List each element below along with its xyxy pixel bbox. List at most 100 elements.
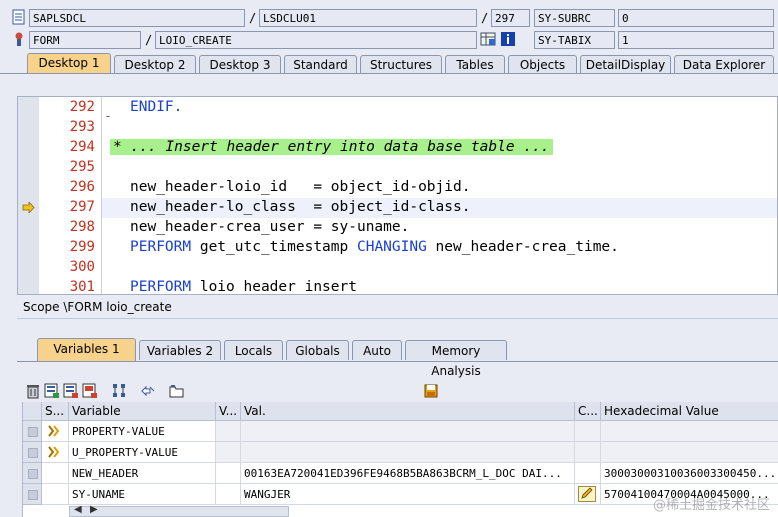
tab-locals[interactable]: Locals bbox=[224, 340, 283, 360]
separator: / bbox=[481, 11, 489, 25]
status-cell bbox=[42, 421, 69, 442]
code-line: new_header-lo_class = object_id-class. bbox=[130, 199, 471, 215]
event-type-field[interactable]: FORM bbox=[29, 31, 141, 49]
variable-name-cell[interactable]: PROPERTY-VALUE bbox=[69, 421, 216, 442]
clear-row-icon[interactable] bbox=[82, 383, 98, 399]
horizontal-scrollbar[interactable]: ◀ ▶ bbox=[69, 504, 289, 517]
variable-name-cell[interactable]: NEW_HEADER bbox=[69, 463, 216, 484]
v-cell bbox=[216, 484, 241, 505]
sy-tabix-value[interactable]: 1 bbox=[618, 31, 774, 49]
table-icon[interactable] bbox=[480, 31, 496, 47]
change-cell[interactable] bbox=[575, 484, 601, 505]
desktop-tab-strip: Desktop 1 Desktop 2 Desktop 3 Standard S… bbox=[0, 52, 778, 74]
insert-row-icon[interactable] bbox=[44, 383, 60, 399]
append-row-icon[interactable] bbox=[63, 383, 79, 399]
column-header-value[interactable]: Val. bbox=[241, 402, 575, 421]
info-icon[interactable] bbox=[500, 31, 516, 47]
tab-variables-1[interactable]: Variables 1 bbox=[37, 338, 136, 361]
tab-variables-2[interactable]: Variables 2 bbox=[139, 340, 221, 360]
code-line: new_header-loio_id = object_id-objid. bbox=[130, 179, 471, 195]
delete-icon[interactable] bbox=[25, 383, 41, 399]
folder-icon[interactable] bbox=[169, 383, 185, 399]
code-comment: * ... Insert header entry into data base… bbox=[110, 139, 553, 155]
v-cell bbox=[216, 463, 241, 484]
code-line: ENDIF. bbox=[130, 99, 183, 115]
column-header-s[interactable]: S... bbox=[42, 402, 69, 421]
value-cell[interactable] bbox=[241, 421, 575, 442]
program-field[interactable]: SAPLSDCL bbox=[29, 9, 245, 27]
header-row-1: SAPLSDCL / LSDCLU01 / 297 SY-SUBRC 0 bbox=[0, 8, 778, 30]
pencil-edit-icon[interactable] bbox=[578, 486, 596, 502]
tab-desktop-2[interactable]: Desktop 2 bbox=[114, 55, 196, 74]
keyword-perform: PERFORM bbox=[130, 279, 192, 295]
row-selector[interactable] bbox=[23, 463, 42, 484]
column-header-hex[interactable]: Hexadecimal Value bbox=[601, 402, 778, 421]
sy-subrc-value[interactable]: 0 bbox=[618, 9, 774, 27]
line-number: 293 bbox=[69, 119, 95, 135]
column-header-v[interactable]: V... bbox=[216, 402, 241, 421]
column-header-c[interactable]: C... bbox=[575, 402, 601, 421]
header-select-corner[interactable] bbox=[23, 402, 42, 421]
line-number: 300 bbox=[69, 259, 95, 275]
change-cell bbox=[575, 442, 601, 463]
keyword-perform: PERFORM bbox=[130, 239, 192, 255]
tab-tables[interactable]: Tables bbox=[445, 55, 505, 74]
line-number: 294 bbox=[69, 139, 95, 155]
tab-objects[interactable]: Objects bbox=[508, 55, 577, 74]
scroll-right-icon[interactable]: ▶ bbox=[90, 504, 98, 515]
value-cell[interactable]: WANGJER bbox=[241, 484, 575, 505]
value-cell[interactable]: 00163EA720041ED396FE9468B5BA863BCRM_L_DO… bbox=[241, 463, 575, 484]
code-line-301-text: loio header insert bbox=[199, 279, 357, 295]
watchpoint-icon bbox=[48, 446, 60, 458]
scope-divider bbox=[17, 318, 778, 319]
row-selector[interactable] bbox=[23, 442, 42, 463]
separator: / bbox=[249, 11, 257, 25]
event-name-field[interactable]: LOIO_CREATE bbox=[155, 31, 477, 49]
variables-toolbar bbox=[17, 380, 778, 402]
variable-name-cell[interactable]: U_PROPERTY-VALUE bbox=[69, 442, 216, 463]
tab-standard[interactable]: Standard bbox=[284, 55, 357, 74]
tab-detaildisplay[interactable]: DetailDisplay bbox=[580, 55, 671, 74]
line-field[interactable]: 297 bbox=[491, 9, 530, 27]
hex-cell bbox=[601, 421, 778, 442]
tab-structures[interactable]: Structures bbox=[360, 55, 442, 74]
v-cell bbox=[216, 442, 241, 463]
variables-tab-strip: Variables 1 Variables 2 Locals Globals A… bbox=[17, 336, 778, 378]
tab-auto[interactable]: Auto bbox=[352, 340, 402, 360]
line-number: 301 bbox=[69, 279, 95, 295]
code-line-301: PERFORM loio header insert bbox=[130, 279, 357, 295]
watermark: @稀土掘金技术社区 bbox=[652, 498, 770, 513]
status-cell bbox=[42, 463, 69, 484]
line-number: 297 bbox=[69, 199, 95, 215]
change-cell bbox=[575, 421, 601, 442]
scroll-left-icon[interactable]: ◀ bbox=[74, 504, 82, 515]
line-number: 295 bbox=[69, 159, 95, 175]
tab-data-explorer[interactable]: Data Explorer bbox=[674, 55, 774, 74]
include-field[interactable]: LSDCLU01 bbox=[259, 9, 477, 27]
save-icon[interactable] bbox=[423, 383, 439, 399]
hex-cell bbox=[601, 442, 778, 463]
row-selector[interactable] bbox=[23, 421, 42, 442]
value-cell[interactable] bbox=[241, 442, 575, 463]
current-line-arrow-icon bbox=[22, 202, 35, 213]
scope-text: Scope \FORM loio_create bbox=[23, 300, 172, 314]
tab-memory-analysis[interactable]: Memory Analysis bbox=[405, 340, 507, 378]
hex-cell: 30003000310036003300450... bbox=[601, 463, 778, 484]
v-cell bbox=[216, 421, 241, 442]
navigate-icon[interactable] bbox=[140, 383, 156, 399]
variable-name-cell[interactable]: SY-UNAME bbox=[69, 484, 216, 505]
status-cell bbox=[42, 442, 69, 463]
block-marker: - bbox=[104, 109, 112, 124]
code-line: new_header-crea_user = sy-uname. bbox=[130, 219, 410, 235]
row-selector[interactable] bbox=[23, 484, 42, 505]
tab-desktop-3[interactable]: Desktop 3 bbox=[199, 55, 281, 74]
breakpoint-gutter[interactable] bbox=[18, 97, 40, 294]
hierarchy-icon[interactable] bbox=[111, 383, 127, 399]
separator: / bbox=[145, 33, 153, 47]
tab-globals[interactable]: Globals bbox=[286, 340, 349, 360]
column-header-variable[interactable]: Variable bbox=[69, 402, 216, 421]
source-code-editor[interactable]: - 292 293 294 295 296 297 298 299 300 30… bbox=[17, 96, 778, 295]
scope-bar: Scope \FORM loio_create bbox=[0, 296, 778, 320]
sy-subrc-label: SY-SUBRC bbox=[534, 9, 615, 27]
tab-desktop-1[interactable]: Desktop 1 bbox=[27, 53, 111, 74]
